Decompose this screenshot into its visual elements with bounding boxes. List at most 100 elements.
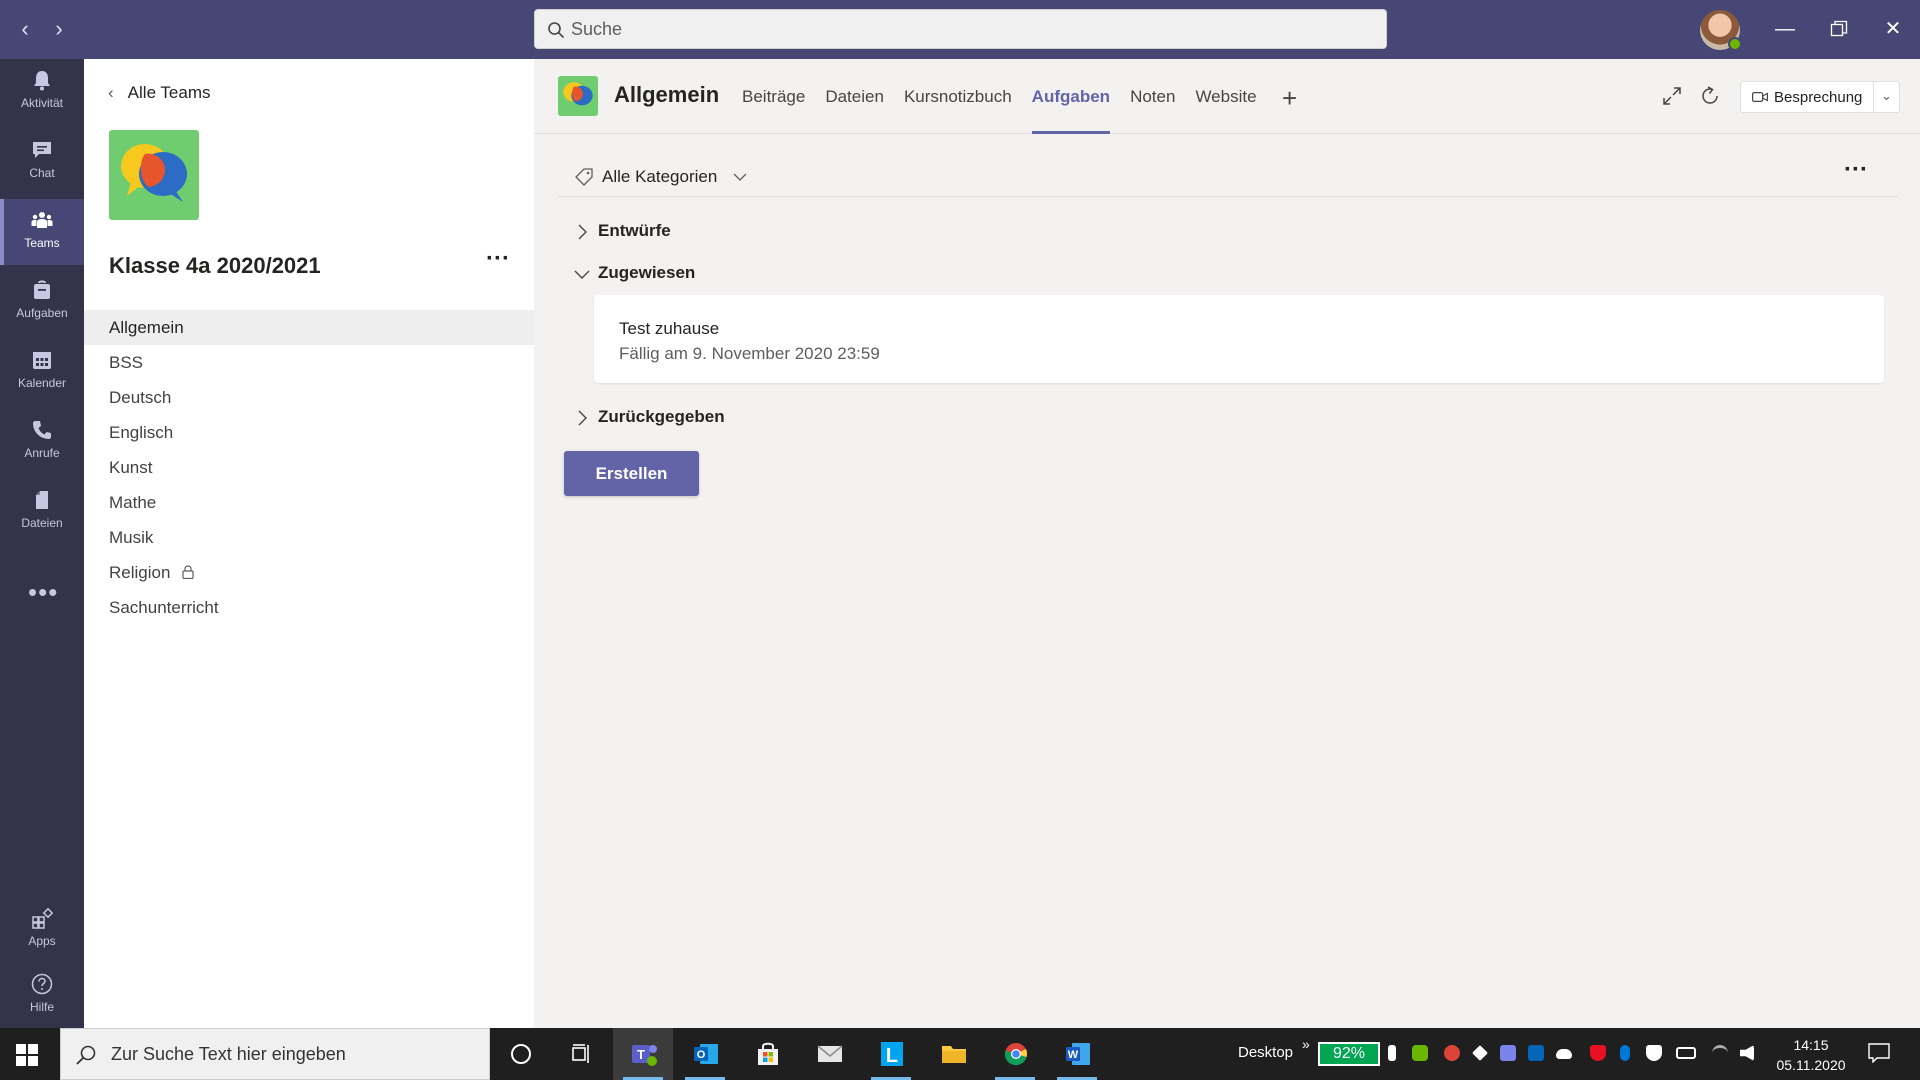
taskbar-teams-app[interactable]: T: [613, 1028, 673, 1080]
security-check-icon[interactable]: [1412, 1045, 1428, 1061]
channel-label: Sachunterricht: [109, 598, 219, 617]
global-search-box[interactable]: [534, 9, 1387, 49]
all-teams-link[interactable]: ‹ Alle Teams: [108, 83, 211, 103]
desktop-toolbar-label[interactable]: Desktop: [1238, 1044, 1293, 1061]
outlook-tray-icon[interactable]: [1528, 1045, 1544, 1061]
meeting-button[interactable]: Besprechung ⌄: [1740, 81, 1900, 113]
rail-item-files[interactable]: Dateien: [0, 479, 84, 545]
channel-item-sachunterricht[interactable]: Sachunterricht: [84, 590, 534, 625]
chrome-tray-icon[interactable]: [1444, 1045, 1460, 1061]
add-tab-plus-icon[interactable]: +: [1282, 83, 1297, 114]
lock-icon: [182, 565, 195, 579]
windows-security-icon[interactable]: [1646, 1045, 1662, 1061]
chat-bubbles-logo-icon: [121, 144, 187, 202]
assignment-card[interactable]: Test zuhause Fällig am 9. November 2020 …: [594, 295, 1884, 383]
more-apps-icon[interactable]: •••: [28, 577, 58, 608]
search-icon: [548, 22, 565, 39]
team-logo[interactable]: [109, 130, 199, 220]
rail-item-teams[interactable]: Teams: [0, 199, 84, 265]
taskbar-word-app[interactable]: W: [1047, 1028, 1107, 1080]
chat-icon: [33, 142, 51, 158]
minimize-button[interactable]: —: [1770, 14, 1800, 44]
system-clock[interactable]: 14:15 05.11.2020: [1768, 1035, 1854, 1075]
wifi-icon[interactable]: [1712, 1045, 1728, 1061]
expand-icon[interactable]: [1660, 84, 1684, 108]
rail-item-calls[interactable]: Anrufe: [0, 409, 84, 475]
channel-item-musik[interactable]: Musik: [84, 520, 534, 555]
rail-item-activity[interactable]: Aktivität: [0, 59, 84, 125]
user-avatar[interactable]: [1700, 10, 1742, 51]
channel-item-englisch[interactable]: Englisch: [84, 415, 534, 450]
rail-item-chat[interactable]: Chat: [0, 129, 84, 195]
files-icon: [36, 491, 48, 509]
search-input[interactable]: [571, 10, 1371, 48]
tab-kursnotizbuch[interactable]: Kursnotizbuch: [904, 87, 1012, 134]
taskbar-chrome-app[interactable]: [985, 1028, 1045, 1080]
team-more-options-icon[interactable]: ···: [486, 245, 510, 273]
channel-item-mathe[interactable]: Mathe: [84, 485, 534, 520]
toolbar-overflow-chevron-icon[interactable]: »: [1302, 1036, 1310, 1052]
taskbar-outlook-app[interactable]: O: [675, 1028, 735, 1080]
channel-item-kunst[interactable]: Kunst: [84, 450, 534, 485]
back-arrow-icon[interactable]: ‹: [12, 16, 38, 42]
teams-tray-icon[interactable]: [1500, 1045, 1516, 1061]
chevron-down-icon[interactable]: ⌄: [1881, 88, 1892, 104]
taskbar-explorer-app[interactable]: [923, 1028, 983, 1080]
taskbar-l-app[interactable]: L: [861, 1028, 921, 1080]
chevron-right-icon: [578, 410, 587, 426]
channel-label: Religion: [109, 563, 171, 582]
close-window-button[interactable]: ✕: [1878, 14, 1908, 44]
battery-indicator[interactable]: 92%: [1318, 1042, 1380, 1066]
channel-main-area: Allgemein Beiträge Dateien Kursnotizbuch…: [534, 59, 1920, 1028]
rail-label: Apps: [28, 934, 56, 948]
rail-item-assignments[interactable]: Aufgaben: [0, 269, 84, 335]
volume-speaker-icon[interactable]: [1740, 1045, 1754, 1061]
all-teams-label: Alle Teams: [127, 83, 211, 102]
channel-item-allgemein[interactable]: Allgemein: [84, 310, 534, 345]
phone-icon: [33, 421, 51, 439]
onedrive-cloud-icon[interactable]: [1556, 1049, 1572, 1059]
mail-envelope-icon: [817, 1045, 843, 1062]
cortana-circle-icon: [511, 1044, 531, 1064]
tab-website[interactable]: Website: [1195, 87, 1256, 134]
channel-item-religion[interactable]: Religion: [84, 555, 534, 590]
channel-item-deutsch[interactable]: Deutsch: [84, 380, 534, 415]
tab-noten[interactable]: Noten: [1130, 87, 1175, 134]
taskbar-search-box[interactable]: Zur Suche Text hier eingeben: [60, 1028, 490, 1080]
rail-item-help[interactable]: Hilfe: [0, 963, 84, 1029]
channel-header: Allgemein Beiträge Dateien Kursnotizbuch…: [534, 59, 1920, 134]
notification-center-icon[interactable]: [1868, 1043, 1890, 1063]
battery-tray-icon[interactable]: [1676, 1047, 1696, 1059]
channel-label: Allgemein: [109, 318, 184, 337]
clock-time: 14:15: [1793, 1037, 1829, 1053]
taskbar-mail-app[interactable]: [799, 1028, 859, 1080]
windows-start-icon[interactable]: [16, 1044, 38, 1066]
dropbox-icon[interactable]: [1472, 1045, 1488, 1061]
rail-item-calendar[interactable]: Kalender: [0, 339, 84, 405]
maximize-button[interactable]: [1824, 14, 1854, 44]
channel-label: Englisch: [109, 423, 174, 442]
channel-list: Allgemein BSS Deutsch Englisch Kunst Mat…: [84, 310, 534, 625]
letter-l-app-icon: L: [881, 1042, 903, 1067]
tab-dateien[interactable]: Dateien: [825, 87, 884, 134]
taskbar-store-app[interactable]: [737, 1028, 797, 1080]
rail-label: Dateien: [21, 516, 63, 530]
chevron-down-icon: [733, 173, 747, 181]
rail-label: Anrufe: [24, 446, 60, 460]
tab-aufgaben[interactable]: Aufgaben: [1031, 87, 1111, 134]
channel-item-bss[interactable]: BSS: [84, 345, 534, 380]
more-options-icon[interactable]: ···: [1844, 156, 1868, 184]
create-assignment-button[interactable]: Erstellen: [564, 451, 699, 496]
bluetooth-icon[interactable]: [1620, 1045, 1630, 1061]
forward-arrow-icon[interactable]: ›: [46, 16, 72, 42]
power-plug-icon[interactable]: [1388, 1045, 1396, 1061]
calendar-icon: [33, 352, 51, 369]
tab-beitraege[interactable]: Beiträge: [742, 87, 805, 134]
rail-item-apps[interactable]: Apps: [0, 897, 84, 963]
task-view-button[interactable]: [550, 1028, 610, 1080]
refresh-icon[interactable]: [1698, 84, 1722, 108]
rail-label: Teams: [24, 236, 60, 250]
cortana-button[interactable]: [490, 1028, 550, 1080]
antivirus-shield-icon[interactable]: [1590, 1045, 1606, 1061]
teams-icon: [31, 212, 53, 228]
